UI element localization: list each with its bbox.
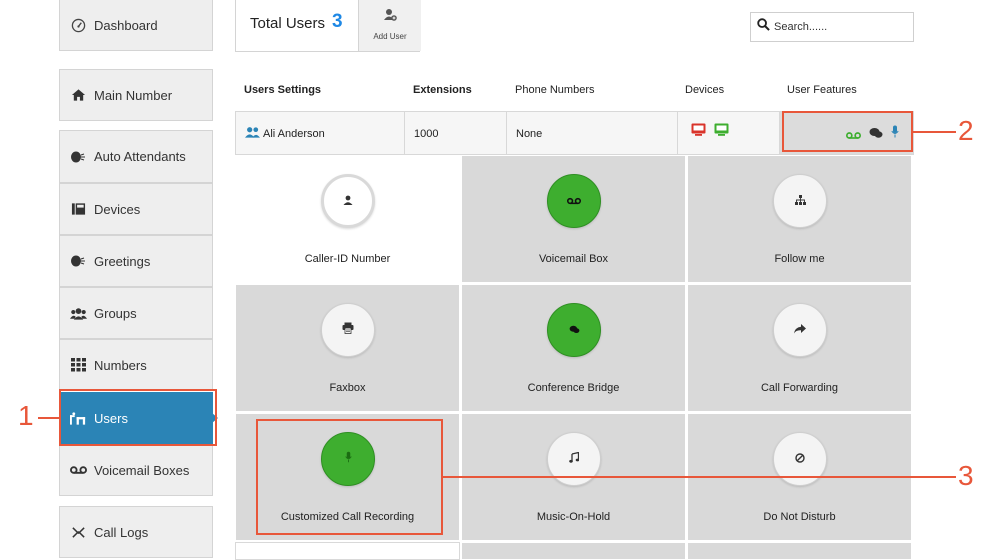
user-extension[interactable]: 1000 [414,128,438,140]
person-icon [343,192,353,210]
feature-label: Faxbox [329,382,366,394]
music-icon [569,450,580,468]
follow-me-button[interactable] [773,174,827,228]
feature-tile-partial [461,542,686,560]
user-phone-numbers[interactable]: None [516,128,542,140]
cell-divider [404,112,405,154]
sidebar-item-groups[interactable]: Groups [59,287,213,339]
speaker-head-icon [68,254,88,268]
feature-label: Follow me [774,253,825,265]
annotation-number-1: 1 [18,400,34,431]
total-users-count: 3 [332,11,343,32]
feature-tile-conference-bridge[interactable]: Conference Bridge [461,284,686,412]
feature-label: Call Forwarding [760,382,839,394]
sidebar-item-label: Voicemail Boxes [94,462,190,478]
sidebar-item-main-number[interactable]: Main Number [59,69,213,121]
feature-tile-follow-me[interactable]: Follow me [687,155,912,283]
sidebar-item-voicemail-boxes[interactable]: Voicemail Boxes [59,444,213,496]
sidebar-item-label: Call Logs [94,524,149,540]
speaker-head-icon [68,150,88,164]
column-header-phone-numbers: Phone Numbers [515,84,595,96]
devices-icon [68,202,88,216]
call-forwarding-button[interactable] [773,303,827,357]
voicemail-icon [68,465,88,475]
share-arrow-icon [794,321,806,339]
sidebar-item-call-logs[interactable]: Call Logs [59,506,213,558]
column-header-users-settings: Users Settings [244,84,322,96]
search-icon [757,18,770,36]
voicemail-box-button[interactable] [547,174,601,228]
feature-label: Music-On-Hold [536,511,611,523]
total-users-panel: Total Users 3 Add User [235,0,421,52]
feature-label: Voicemail Box [538,253,609,265]
annotation-number-2: 2 [958,115,974,146]
sidebar-item-auto-attendants[interactable]: Auto Attendants [59,130,213,183]
annotation-box-3 [256,419,443,535]
feature-tile-voicemail-box[interactable]: Voicemail Box [461,155,686,283]
feature-tile-caller-id-number[interactable]: Caller-ID Number [235,155,460,283]
column-header-user-features: User Features [787,84,857,96]
sidebar-item-label: Groups [94,305,137,321]
add-user-label: Add User [373,32,407,41]
call-logs-icon [68,525,88,540]
sidebar-item-label: Auto Attendants [94,149,186,164]
sidebar-item-label: Greetings [94,253,151,269]
conference-bridge-button[interactable] [547,303,601,357]
total-users-label: Total Users [250,15,326,32]
sidebar-item-label: Devices [94,201,141,217]
annotation-leader-2 [913,131,956,133]
add-user-icon [383,8,397,27]
desk-phone-device-icon[interactable] [691,123,706,141]
add-user-button[interactable]: Add User [358,0,421,51]
sidebar-item-devices[interactable]: Devices [59,183,213,235]
sidebar-item-label: Numbers [94,357,147,373]
faxbox-button[interactable] [321,303,375,357]
feature-tile-partial [235,542,460,560]
caller-id-button[interactable] [321,174,375,228]
annotation-box-2 [782,111,913,152]
user-icon [245,126,260,144]
column-header-extensions: Extensions [413,84,472,96]
ban-icon [795,450,805,468]
feature-tile-call-forwarding[interactable]: Call Forwarding [687,284,912,412]
fax-icon [342,321,354,339]
sidebar-item-dashboard[interactable]: Dashboard [59,0,213,51]
chat-icon [569,321,580,339]
sitemap-icon [794,192,806,210]
search-box[interactable] [750,12,914,42]
annotation-number-3: 3 [958,460,974,491]
keypad-icon [68,358,88,372]
feature-label: Caller-ID Number [304,253,391,265]
sidebar-item-label: Main Number [94,87,173,103]
sidebar-item-label: Dashboard [94,17,158,33]
feature-tile-faxbox[interactable]: Faxbox [235,284,460,412]
feature-label: Conference Bridge [527,382,620,394]
annotation-leader-3 [443,476,956,478]
cell-divider [506,112,507,154]
search-input[interactable] [774,21,904,33]
cell-divider [677,112,678,154]
feature-tile-partial [687,542,912,560]
users-page: { "sidebar": { "items": [ {"label": "Das… [0,0,989,560]
annotation-box-1 [59,389,217,446]
column-header-devices: Devices [685,84,725,96]
user-name[interactable]: Ali Anderson [263,128,325,140]
sidebar-item-numbers[interactable]: Numbers [59,339,213,391]
dashboard-icon [68,18,88,33]
group-icon [68,307,88,320]
home-icon [68,88,88,102]
feature-label: Do Not Disturb [763,511,836,523]
voicemail-icon [567,192,581,210]
sidebar-item-greetings[interactable]: Greetings [59,235,213,287]
annotation-leader-1 [38,417,59,419]
softphone-device-icon[interactable] [714,123,729,141]
